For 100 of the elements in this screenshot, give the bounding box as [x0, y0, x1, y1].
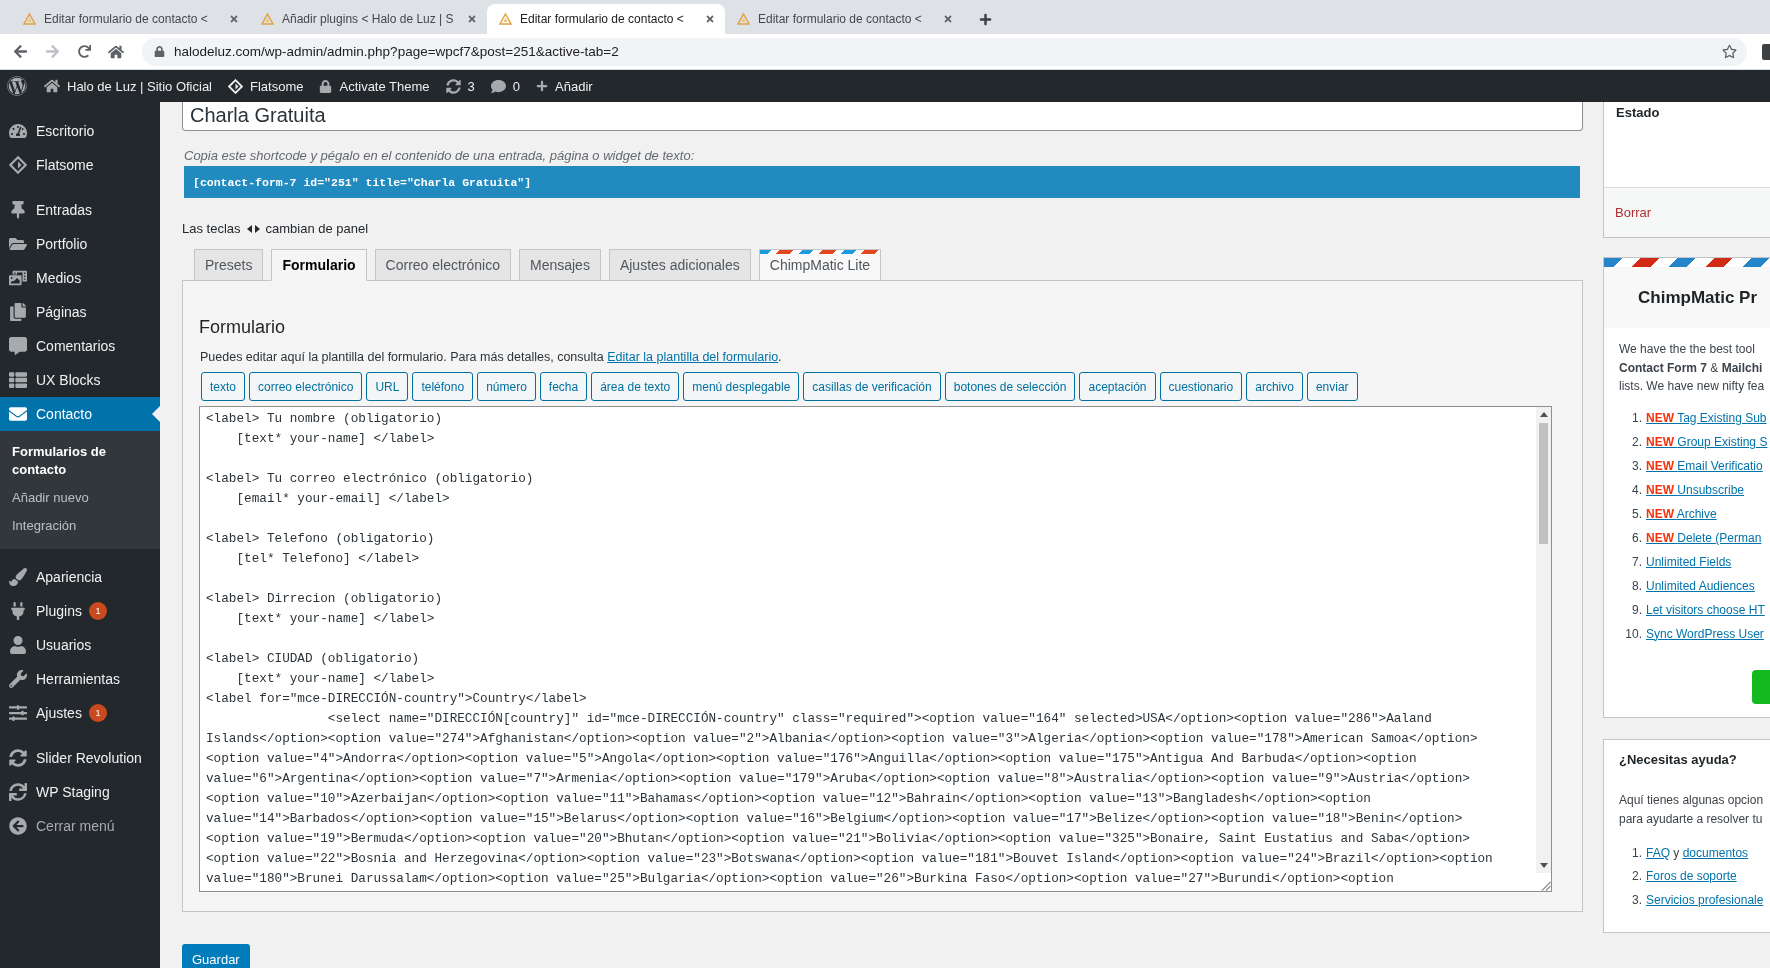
panel-tab[interactable]: Correo electrónico	[374, 249, 511, 281]
refresh-icon	[445, 78, 461, 94]
help-link[interactable]: Foros de soporte	[1646, 869, 1737, 884]
sidebar-item[interactable]: Contacto	[0, 397, 160, 431]
sidebar-item[interactable]: Usuarios	[0, 628, 160, 662]
tag-generator-button[interactable]: cuestionario	[1159, 372, 1243, 401]
save-button[interactable]: Guardar	[182, 944, 250, 968]
sidebar-item[interactable]: Plugins 1	[0, 594, 160, 628]
list-number: 6.	[1631, 530, 1642, 545]
browser-tab[interactable]: Editar formulario de contacto <	[11, 4, 249, 34]
admin-bar-link[interactable]: Añadir	[528, 70, 601, 102]
title-field[interactable]: Charla Gratuita	[182, 102, 1583, 131]
scroll-up-icon[interactable]	[1539, 412, 1548, 417]
sidebar-item[interactable]: Escritorio	[0, 114, 160, 148]
feature-link[interactable]: Sync WordPress User	[1646, 626, 1764, 641]
help-link[interactable]: Servicios profesionale	[1646, 892, 1764, 907]
triangle-favicon-icon	[23, 13, 36, 25]
feature-link[interactable]: Unlimited Fields	[1646, 554, 1732, 569]
feature-link[interactable]: NEW Archive	[1646, 506, 1717, 521]
browser-tab[interactable]: Editar formulario de contacto <	[487, 4, 725, 34]
delete-link[interactable]: Borrar	[1615, 205, 1652, 220]
tag-generator-button[interactable]: correo electrónico	[249, 372, 363, 401]
star-icon[interactable]	[1722, 44, 1737, 59]
pages-icon	[9, 303, 27, 321]
tag-generator-button[interactable]: fecha	[539, 372, 588, 401]
list-icon	[9, 371, 27, 389]
tag-generator-button[interactable]: aceptación	[1079, 372, 1156, 401]
tag-generator-button[interactable]: texto	[201, 372, 245, 401]
scroll-down-icon[interactable]	[1539, 863, 1548, 868]
browser-tab[interactable]: Editar formulario de contacto <	[725, 4, 963, 34]
feature-link[interactable]: Unlimited Audiences	[1646, 578, 1755, 593]
arrow-right-icon	[44, 44, 60, 59]
browser-tab[interactable]: Añadir plugins < Halo de Luz | S	[249, 4, 487, 34]
triangle-favicon-icon	[737, 13, 750, 25]
tag-generator-button[interactable]: enviar	[1306, 372, 1358, 401]
tag-generator-button[interactable]: menú desplegable	[683, 372, 800, 401]
sidebar-item[interactable]: WP Staging	[0, 775, 160, 809]
sidebar-item[interactable]: UX Blocks	[0, 363, 160, 397]
admin-bar-link[interactable]: 3	[437, 70, 483, 102]
panel-tab[interactable]: Ajustes adicionales	[608, 249, 751, 281]
scrollbar-thumb[interactable]	[1539, 423, 1548, 544]
admin-bar-link[interactable]: Activate Theme	[311, 70, 438, 102]
address-bar[interactable]: halodeluz.com/wp-admin/admin.php?page=wpcf7&post=251&active-tab=2	[142, 37, 1747, 66]
sidebar-item[interactable]: Slider Revolution	[0, 741, 160, 775]
tag-generator-button[interactable]: URL	[366, 372, 409, 401]
close-icon[interactable]	[943, 14, 953, 24]
close-icon[interactable]	[705, 14, 715, 24]
tag-generator-button[interactable]: botones de selección	[944, 372, 1076, 401]
sidebar-item[interactable]: Medios	[0, 261, 160, 295]
close-icon[interactable]	[467, 14, 477, 24]
sidebar-item[interactable]: Entradas	[0, 193, 160, 227]
list-number: 10.	[1624, 626, 1642, 641]
tag-generator-button[interactable]: casillas de verificación	[803, 372, 941, 401]
folder-icon	[9, 235, 27, 253]
panel-tab[interactable]: Formulario	[271, 249, 367, 281]
sidebar-item[interactable]: Herramientas	[0, 662, 160, 696]
panel-tab[interactable]: Mensajes	[519, 249, 601, 281]
tag-generator-button[interactable]: área de texto	[591, 372, 680, 401]
template-description: Puedes editar aquí la plantilla del formulario. Para más detalles, consulta Editar la plantilla del formulario.	[200, 349, 783, 366]
sidebar-item[interactable]: Apariencia	[0, 560, 160, 594]
submenu-item[interactable]: Integración	[0, 512, 160, 540]
panel-tab[interactable]: Presets	[194, 249, 264, 281]
tag-generator-button[interactable]: número	[477, 372, 536, 401]
help-title: ¿Necesitas ayuda?	[1619, 751, 1738, 769]
help-link[interactable]: documentos	[1682, 845, 1749, 860]
paintbrush-icon	[9, 568, 27, 586]
scrollbar[interactable]	[1536, 407, 1551, 891]
admin-bar-link[interactable]: Flatsome	[220, 70, 312, 102]
list-number: 5.	[1631, 506, 1642, 521]
list-number: 1.	[1631, 410, 1642, 425]
sidebar-item[interactable]: Flatsome	[0, 148, 160, 182]
feature-link[interactable]: NEW Email Verificatio	[1646, 458, 1763, 473]
sidebar-item[interactable]: Comentarios	[0, 329, 160, 363]
feature-link[interactable]: Let visitors choose HT	[1646, 602, 1765, 617]
feature-link[interactable]: NEW Delete (Perman	[1646, 530, 1762, 545]
sidebar-item[interactable]: Páginas	[0, 295, 160, 329]
shortcode-field[interactable]: [contact-form-7 id="251" title="Charla Gratuita"]	[184, 166, 1580, 198]
collapse-menu-button[interactable]: Cerrar menú	[0, 809, 160, 843]
tag-generator-button[interactable]: teléfono	[412, 372, 474, 401]
sidebar-item[interactable]: Portfolio	[0, 227, 160, 261]
left-right-arrows-icon	[246, 225, 260, 233]
feature-link[interactable]: NEW Group Existing S	[1646, 434, 1768, 449]
panel-tab[interactable]: ChimpMatic Lite	[758, 249, 882, 281]
submenu-item[interactable]: Formularios de contacto	[0, 438, 160, 484]
tag-generator-button[interactable]: archivo	[1246, 372, 1303, 401]
help-link[interactable]: FAQ	[1646, 845, 1670, 860]
admin-bar-link[interactable]: Halo de Luz | Sitio Oficial	[36, 70, 220, 102]
sidebar-item[interactable]: Ajustes 1	[0, 696, 160, 730]
count-badge: 1	[88, 602, 107, 620]
submenu-item[interactable]: Añadir nuevo	[0, 484, 160, 512]
plus-icon	[978, 12, 992, 26]
logo-icon[interactable]	[7, 76, 27, 96]
resize-handle-icon[interactable]	[1541, 881, 1551, 891]
template-editor[interactable]: <label> Tu nombre (obligatorio) [text* your-name] </label> <label> Tu correo electrónico (obligatorio) [email* your-email] </label> <label> Telefono (obligatorio) [tel* Telefono] </label> <label> Dirrecion (obligatorio) [text* your-name] </label> <label> CIUDAD (obligatorio) [text* your-name] </label> <label for="mce-DIRECCIÓN-country">Country</label> <select name="DIRECCIÓN[country]" id="mce-DIRECCIÓN-country" class="required"><option value="164" selected>USA</option><option value="286">Aaland Islands</option><option value="274">Afghanistan</option><option value="2">Albania</option><option value="3">Algeria</option><option value="178">American Samoa</option> <option value="4">Andorra</option><option value="5">Angola</option><option value="176">Anguilla</option><option value="175">Antigua And Barbuda</option><option value="6">Argentina</option><option value="7">Armenia</option><option value="179">Aruba</option><option value="8">Australia</option><option value="9">Austria</option> <option value="10">Azerbaijan</option><option value="11">Bahamas</option><option value="12">Bahrain</option><option value="13">Bangladesh</option><option value="14">Barbados</option><option value="15">Belarus</option><option value="16">Belgium</option><option value="17">Belize</option><option value="18">Benin</option> <option value="19">Bermuda</option><option value="20">Bhutan</option><option value="21">Bolivia</option><option value="325">Bonaire, Saint Eustatius and Saba</option> <option value="22">Bosnia and Herzegovina</option><option value="23">Botswana</option><option value="181">Bouvet Island</option><option value="24">Brazil</option><option value="180">Brunei Darussalam</option><option value="25">Bulgaria</option><option value="26">Burkina Faso</option><option value="27">Burundi</option><option	[199, 406, 1552, 892]
list-number: 3.	[1631, 458, 1642, 473]
close-icon[interactable]	[229, 14, 239, 24]
admin-bar-link[interactable]: 0	[482, 70, 529, 102]
diamond-icon	[228, 78, 243, 94]
feature-link[interactable]: NEW Unsubscribe	[1646, 482, 1745, 497]
feature-link[interactable]: NEW Tag Existing Sub	[1646, 410, 1767, 425]
